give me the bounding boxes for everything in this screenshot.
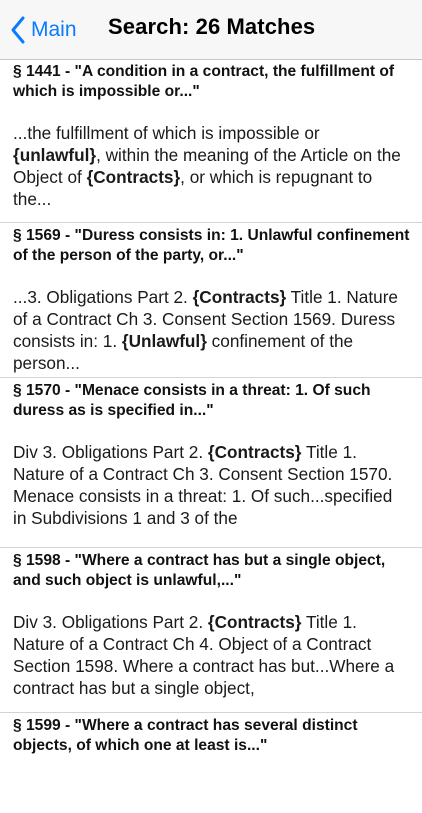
back-button-label: Main <box>31 18 77 41</box>
result-title: § 1570 - "Menace consists in a threat: 1… <box>13 382 371 419</box>
page-title: Search: 26 Matches <box>108 14 316 39</box>
result-title: § 1569 - "Duress consists in: 1. Unlawfu… <box>13 227 410 264</box>
match-highlight: {Contracts} <box>86 167 181 187</box>
match-highlight: {Contracts} <box>207 442 302 462</box>
match-highlight: {Contracts} <box>207 612 302 632</box>
snippet-text: ...the fulfillment of which is impossibl… <box>13 123 320 143</box>
result-title: § 1441 - "A condition in a contract, the… <box>13 63 395 100</box>
result-snippet: Div 3. Obligations Part 2. {Contracts} T… <box>13 591 422 715</box>
list-item[interactable]: § 1441 - "A condition in a contract, the… <box>0 60 422 223</box>
search-results-list[interactable]: § 1441 - "A condition in a contract, the… <box>0 60 422 813</box>
match-highlight: {Unlawful} <box>121 331 207 351</box>
result-snippet: ...3. Obligations Part 2. {Contracts} Ti… <box>13 266 422 390</box>
match-highlight: {Contracts} <box>192 287 287 307</box>
snippet-text: ...3. Obligations Part 2. <box>13 287 193 307</box>
chevron-left-icon <box>11 16 25 44</box>
navigation-bar: Main Search: 26 Matches <box>0 0 422 60</box>
list-item[interactable]: § 1598 - "Where a contract has but a sin… <box>0 548 422 713</box>
list-item[interactable]: § 1599 - "Where a contract has several d… <box>0 713 422 813</box>
match-highlight: {unlawful} <box>13 145 97 165</box>
list-item[interactable]: § 1570 - "Menace consists in a threat: 1… <box>0 378 422 548</box>
result-title: § 1598 - "Where a contract has but a sin… <box>13 552 386 589</box>
snippet-text: Div 3. Obligations Part 2. <box>13 442 208 462</box>
snippet-text: Div 3. Obligations Part 2. <box>13 612 208 632</box>
back-button[interactable]: Main <box>10 13 77 47</box>
result-snippet: Div 3. Obligations Part 2. {Contracts} T… <box>13 421 422 545</box>
list-item[interactable]: § 1569 - "Duress consists in: 1. Unlawfu… <box>0 223 422 378</box>
result-snippet: ...the fulfillment of which is impossibl… <box>13 102 422 226</box>
